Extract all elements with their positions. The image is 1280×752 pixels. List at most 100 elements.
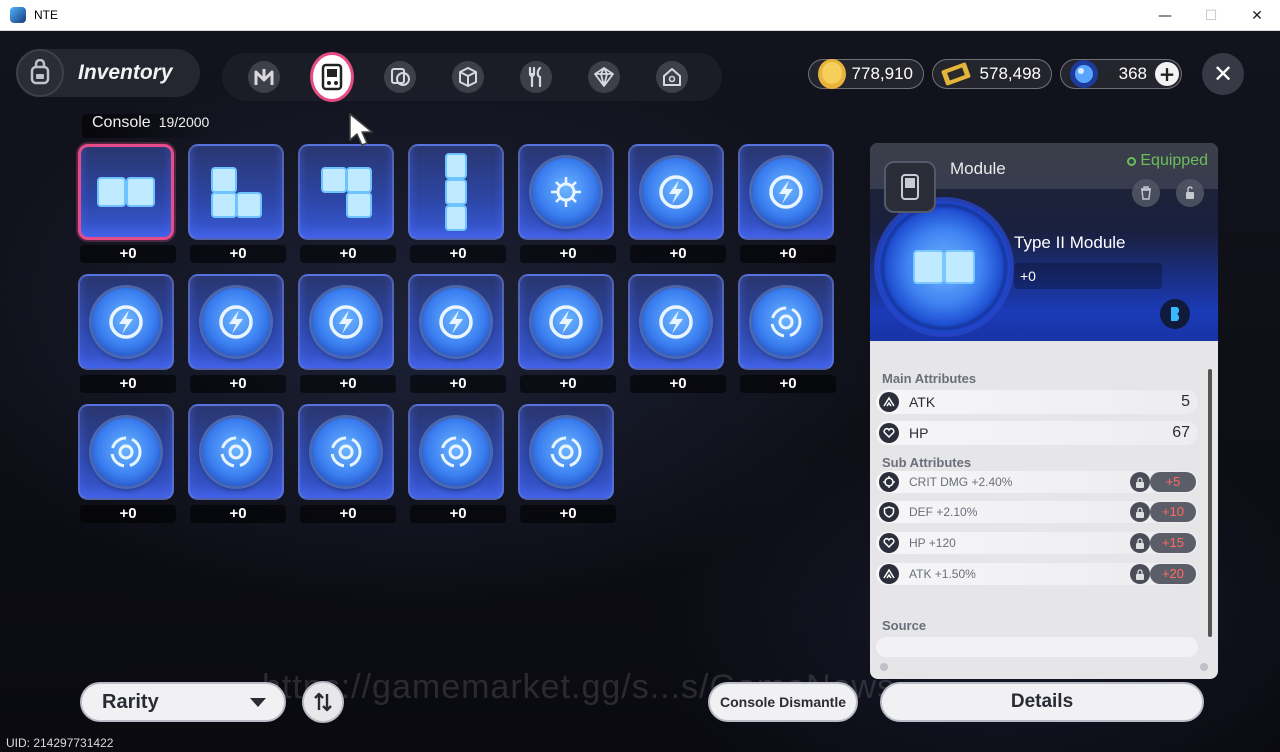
lock-icon[interactable] — [1130, 564, 1150, 584]
ring-disc-icon — [188, 404, 284, 500]
item-level: +0 — [80, 505, 176, 523]
inventory-item[interactable]: +0 — [408, 144, 506, 264]
inventory-item[interactable]: +0 — [628, 144, 726, 264]
sub-attr-name: DEF +2.10% — [909, 505, 978, 519]
inventory-item[interactable]: +0 — [188, 144, 286, 264]
sub-attr-row: HP +120 +15 — [876, 532, 1198, 554]
sub-attributes-title: Sub Attributes — [882, 455, 972, 470]
lock-icon[interactable] — [1130, 533, 1150, 553]
gold-coin-icon — [815, 56, 849, 92]
item-level: +0 — [300, 245, 396, 263]
close-inventory-button[interactable]: ✕ — [1202, 53, 1244, 95]
trash-icon[interactable] — [1132, 179, 1160, 207]
bolt-disc-icon — [408, 274, 504, 370]
box-icon — [452, 61, 484, 93]
item-level: +0 — [520, 245, 616, 263]
item-level: +0 — [410, 375, 506, 393]
inventory-item[interactable]: +0 — [188, 404, 286, 524]
tab-home[interactable] — [650, 53, 694, 101]
item-level: +0 — [410, 505, 506, 523]
ring-disc-icon — [738, 274, 834, 370]
main-attr-hp: HP 67 — [876, 421, 1198, 445]
inventory-item[interactable]: +0 — [738, 274, 836, 394]
inventory-item[interactable]: +0 — [738, 144, 836, 264]
main-attr-atk: ATK 5 — [876, 390, 1198, 414]
lock-icon[interactable] — [1130, 472, 1150, 492]
inventory-item[interactable]: +0 — [298, 144, 396, 264]
inventory-item[interactable]: +0 — [298, 274, 396, 394]
gold-value: 778,910 — [851, 64, 913, 83]
inventory-item[interactable]: +0 — [298, 404, 396, 524]
tab-cube[interactable] — [582, 53, 626, 101]
item-level: +0 — [190, 505, 286, 523]
item-level: +0 — [410, 245, 506, 263]
item-level: +0 — [300, 505, 396, 523]
module-level: +0 — [1014, 263, 1162, 289]
bolt-disc-icon — [628, 274, 724, 370]
equipped-dot-icon — [1127, 156, 1137, 166]
lock-icon[interactable] — [1130, 502, 1150, 522]
tab-n-logo[interactable] — [242, 53, 286, 101]
sub-attr-roll: +15 — [1150, 533, 1196, 553]
inventory-item[interactable]: +0 — [78, 144, 176, 264]
source-title: Source — [882, 618, 927, 633]
rarity-label: Rarity — [102, 690, 159, 713]
bolt-disc-icon — [188, 274, 284, 370]
item-level: +0 — [740, 245, 836, 263]
sub-attr-name: HP +120 — [909, 536, 956, 550]
equipped-label: Equipped — [1140, 152, 1208, 169]
sub-attr-row: CRIT DMG +2.40% +5 — [876, 471, 1198, 493]
panel-dot-right — [1200, 663, 1208, 671]
def-icon — [879, 502, 899, 522]
module-large-icon — [878, 201, 1010, 333]
inventory-item[interactable]: +0 — [78, 274, 176, 394]
inventory-title: Inventory — [78, 61, 173, 84]
sort-order-button[interactable] — [302, 681, 344, 723]
inventory-item[interactable]: +0 — [408, 404, 506, 524]
tab-box[interactable] — [446, 53, 490, 101]
inventory-item[interactable]: +0 — [628, 274, 726, 394]
inventory-item[interactable]: +0 — [78, 404, 176, 524]
sub-attr-roll: +10 — [1150, 502, 1196, 522]
main-attributes-title: Main Attributes — [882, 371, 977, 386]
inventory-item[interactable]: +0 — [188, 274, 286, 394]
currency-gold: 778,910 — [808, 59, 924, 89]
maximize-button[interactable]: ☐ — [1188, 0, 1234, 31]
rarity-sort-dropdown[interactable]: Rarity — [80, 682, 286, 722]
console-title: Console — [92, 114, 151, 131]
user-id: UID: 214297731422 — [6, 736, 114, 750]
fork-knife-icon — [520, 61, 552, 93]
crystal-value: 368 — [1118, 64, 1147, 83]
game-screen: Inventory 778,910 578,498 368 + ✕ Consol… — [0, 31, 1280, 752]
item-level: +0 — [80, 375, 176, 393]
inventory-item[interactable]: +0 — [518, 274, 616, 394]
module-name: Type II Module — [1014, 233, 1126, 252]
inventory-item[interactable]: +0 — [518, 404, 616, 524]
inventory-item[interactable]: +0 — [408, 274, 506, 394]
currency-ticket: 578,498 — [932, 59, 1052, 89]
unlock-icon[interactable] — [1176, 179, 1204, 207]
tab-console[interactable] — [310, 52, 354, 102]
add-crystal-button[interactable]: + — [1155, 62, 1179, 86]
tab-food[interactable] — [514, 53, 558, 101]
tab-disc-card[interactable] — [378, 53, 422, 101]
item-level: +0 — [80, 245, 176, 263]
bolt-disc-icon — [628, 144, 724, 240]
hp-icon — [879, 533, 899, 553]
home-icon — [656, 61, 688, 93]
console-dismantle-button[interactable]: Console Dismantle — [708, 682, 858, 722]
crit-icon — [879, 472, 899, 492]
window-close-button[interactable]: ✕ — [1234, 0, 1280, 31]
atk-icon — [879, 564, 899, 584]
sub-attr-roll: +5 — [1150, 472, 1196, 492]
attr-value: 67 — [1172, 424, 1190, 441]
item-detail-panel: Module Equipped Type II Module +0 Main A… — [870, 143, 1218, 679]
hp-icon — [879, 423, 899, 443]
detail-scrollbar[interactable] — [1208, 369, 1212, 637]
minimize-button[interactable]: — — [1142, 0, 1188, 31]
bolt-disc-icon — [518, 274, 614, 370]
rank-b-icon — [1160, 299, 1190, 329]
details-button[interactable]: Details — [880, 682, 1204, 722]
inventory-item[interactable]: +0 — [518, 144, 616, 264]
console-icon — [310, 52, 354, 102]
